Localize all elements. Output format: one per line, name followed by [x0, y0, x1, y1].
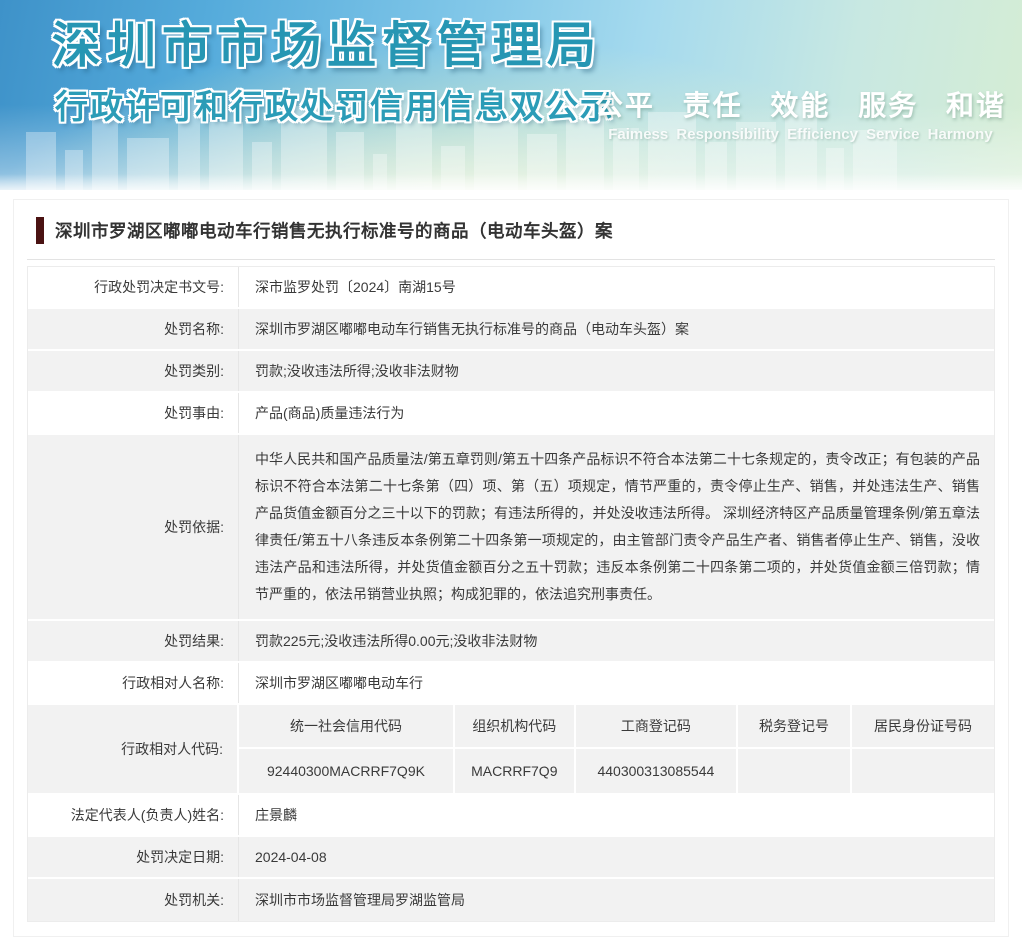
row-value: 深市监罗处罚〔2024〕南湖15号 — [239, 267, 994, 307]
table-row: 处罚事由:产品(商品)质量违法行为 — [28, 393, 994, 435]
code-column-value — [852, 749, 994, 793]
building-silhouette — [65, 150, 83, 190]
code-column-header: 工商登记码 — [576, 705, 738, 749]
code-column-header: 税务登记号 — [738, 705, 852, 749]
row-label: 处罚名称: — [28, 309, 239, 349]
slogan-chinese: 公平 责任 效能 服务 和谐 — [595, 84, 1006, 124]
row-label: 行政处罚决定书文号: — [28, 267, 239, 307]
code-column-header: 居民身份证号码 — [852, 705, 994, 749]
row-label: 处罚事由: — [28, 393, 239, 433]
codes-header-row: 统一社会信用代码组织机构代码工商登记码税务登记号居民身份证号码 — [239, 705, 994, 749]
page-title: 深圳市罗湖区嘟嘟电动车行销售无执行标准号的商品（电动车头盔）案 — [55, 218, 613, 243]
row-label: 处罚类别: — [28, 351, 239, 391]
row-label: 处罚决定日期: — [28, 837, 239, 877]
code-column-value: MACRRF7Q9 — [455, 749, 576, 793]
table-row: 法定代表人(负责人)姓名:庄景麟 — [28, 795, 994, 837]
row-label: 法定代表人(负责人)姓名: — [28, 795, 239, 835]
title-divider — [27, 259, 995, 260]
code-column-header: 统一社会信用代码 — [239, 705, 455, 749]
row-value: 深圳市市场监督管理局罗湖监管局 — [239, 879, 994, 921]
content-panel: 深圳市罗湖区嘟嘟电动车行销售无执行标准号的商品（电动车头盔）案 行政处罚决定书文… — [13, 199, 1009, 937]
building-silhouette — [26, 132, 56, 190]
row-value: 2024-04-08 — [239, 837, 994, 877]
table-row: 行政处罚决定书文号:深市监罗处罚〔2024〕南湖15号 — [28, 267, 994, 309]
building-silhouette — [373, 154, 387, 190]
row-label: 处罚依据: — [28, 435, 239, 619]
table-row: 处罚类别:罚款;没收违法所得;没收非法财物 — [28, 351, 994, 393]
banner-slogan: 公平 责任 效能 服务 和谐 Faimess Responsibility Ef… — [595, 84, 1006, 143]
code-column-header: 组织机构代码 — [455, 705, 576, 749]
building-silhouette — [527, 134, 557, 190]
codes-value-row: 92440300MACRRF7Q9KMACRRF7Q94403003130855… — [239, 749, 994, 793]
building-silhouette — [209, 122, 243, 190]
code-column-value: 92440300MACRRF7Q9K — [239, 749, 455, 793]
row-label: 处罚机关: — [28, 879, 239, 921]
building-silhouette — [826, 148, 844, 190]
row-value: 深圳市罗湖区嘟嘟电动车行销售无执行标准号的商品（电动车头盔）案 — [239, 309, 994, 349]
building-silhouette — [252, 142, 272, 190]
table-row: 处罚名称:深圳市罗湖区嘟嘟电动车行销售无执行标准号的商品（电动车头盔）案 — [28, 309, 994, 351]
row-value: 庄景麟 — [239, 795, 994, 835]
table-row: 处罚结果:罚款225元;没收违法所得0.00元;没收非法财物 — [28, 621, 994, 663]
table-row: 处罚机关:深圳市市场监督管理局罗湖监管局 — [28, 879, 994, 921]
building-silhouette — [127, 138, 169, 190]
row-value: 罚款225元;没收违法所得0.00元;没收非法财物 — [239, 621, 994, 661]
case-title-block: 深圳市罗湖区嘟嘟电动车行销售无执行标准号的商品（电动车头盔）案 — [27, 217, 995, 244]
code-column-value — [738, 749, 852, 793]
party-codes-table: 统一社会信用代码组织机构代码工商登记码税务登记号居民身份证号码92440300M… — [239, 705, 994, 793]
row-value: 中华人民共和国产品质量法/第五章罚则/第五十四条产品标识不符合本法第二十七条规定… — [239, 435, 994, 619]
banner-subtitle: 行政许可和行政处罚信用信息双公示 — [55, 80, 615, 128]
title-accent-bar — [36, 217, 44, 244]
code-column-value: 440300313085544 — [576, 749, 738, 793]
slogan-english: Faimess Responsibility Efficiency Servic… — [595, 126, 1006, 143]
row-label: 行政相对人代码: — [28, 705, 239, 793]
building-silhouette — [705, 142, 727, 190]
site-title: 深圳市市场监督管理局 — [52, 6, 602, 77]
table-row: 行政相对人代码:统一社会信用代码组织机构代码工商登记码税务登记号居民身份证号码9… — [28, 705, 994, 795]
table-row: 处罚依据:中华人民共和国产品质量法/第五章罚则/第五十四条产品标识不符合本法第二… — [28, 435, 994, 621]
row-value: 产品(商品)质量违法行为 — [239, 393, 994, 433]
row-value: 深圳市罗湖区嘟嘟电动车行 — [239, 663, 994, 703]
building-silhouette — [336, 132, 364, 190]
building-silhouette — [474, 118, 518, 190]
site-banner: 深圳市市场监督管理局 行政许可和行政处罚信用信息双公示 公平 责任 效能 服务 … — [0, 0, 1022, 190]
building-silhouette — [441, 146, 465, 190]
row-label: 行政相对人名称: — [28, 663, 239, 703]
penalty-info-table: 行政处罚决定书文号:深市监罗处罚〔2024〕南湖15号处罚名称:深圳市罗湖区嘟嘟… — [27, 266, 995, 922]
table-row: 处罚决定日期:2024-04-08 — [28, 837, 994, 879]
row-value: 罚款;没收违法所得;没收非法财物 — [239, 351, 994, 391]
table-row: 行政相对人名称:深圳市罗湖区嘟嘟电动车行 — [28, 663, 994, 705]
row-value: 统一社会信用代码组织机构代码工商登记码税务登记号居民身份证号码92440300M… — [239, 705, 994, 793]
row-label: 处罚结果: — [28, 621, 239, 661]
